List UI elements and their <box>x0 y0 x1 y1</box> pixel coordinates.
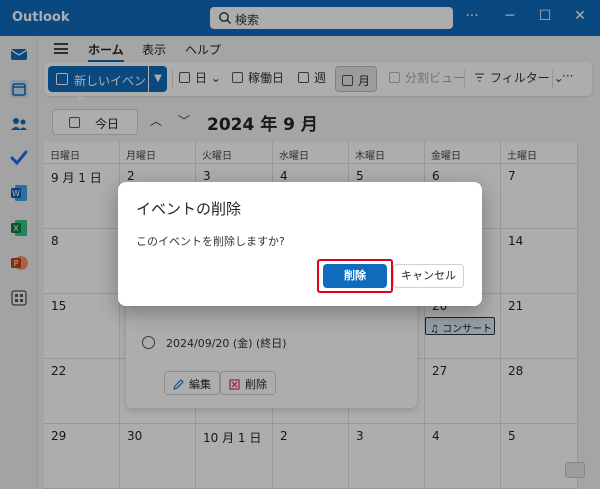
delete-button[interactable]: 削除 <box>323 264 387 288</box>
dialog-title: イベントの削除 <box>136 200 242 218</box>
dialog-message: このイベントを削除しますか? <box>136 235 285 248</box>
delete-event-dialog: イベントの削除 このイベントを削除しますか? 削除 キャンセル <box>118 182 482 306</box>
cancel-button[interactable]: キャンセル <box>393 264 464 288</box>
